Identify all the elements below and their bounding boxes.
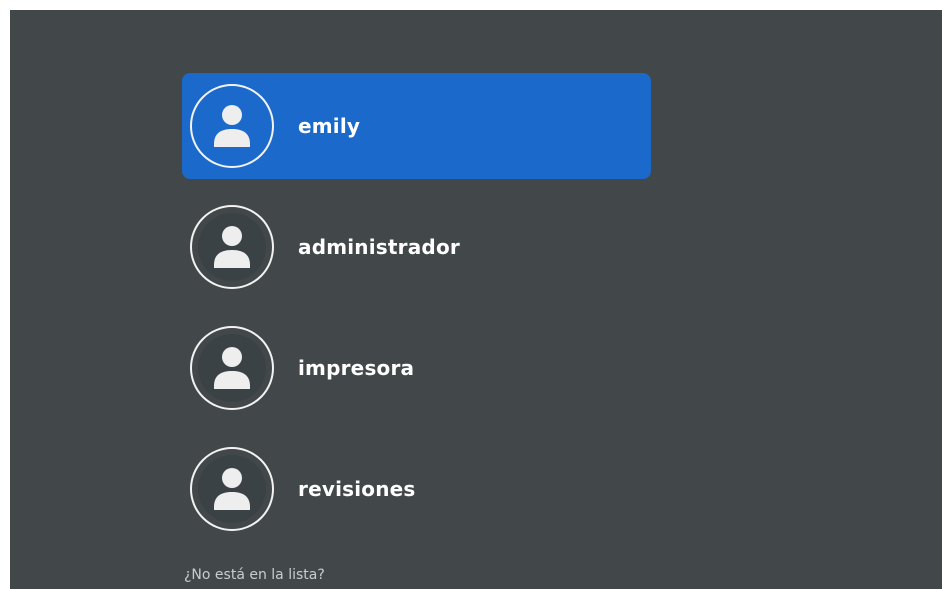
user-avatar-icon bbox=[214, 347, 250, 389]
avatar-background bbox=[198, 334, 266, 402]
user-list: emily administrador impresora revisiones bbox=[182, 73, 651, 557]
avatar bbox=[190, 84, 274, 168]
user-name: emily bbox=[298, 114, 361, 138]
user-item-impresora[interactable]: impresora bbox=[182, 315, 651, 421]
avatar-background bbox=[198, 213, 266, 281]
user-name: administrador bbox=[298, 235, 460, 259]
login-screen: emily administrador impresora revisiones… bbox=[10, 10, 942, 589]
avatar bbox=[190, 326, 274, 410]
user-name: revisiones bbox=[298, 477, 416, 501]
user-item-emily[interactable]: emily bbox=[182, 73, 651, 179]
user-avatar-icon bbox=[214, 468, 250, 510]
avatar-background bbox=[198, 92, 266, 160]
user-avatar-icon bbox=[214, 105, 250, 147]
avatar bbox=[190, 447, 274, 531]
user-name: impresora bbox=[298, 356, 415, 380]
avatar bbox=[190, 205, 274, 289]
user-item-administrador[interactable]: administrador bbox=[182, 194, 651, 300]
avatar-background bbox=[198, 455, 266, 523]
not-listed-link[interactable]: ¿No está en la lista? bbox=[184, 567, 325, 583]
user-avatar-icon bbox=[214, 226, 250, 268]
user-item-revisiones[interactable]: revisiones bbox=[182, 436, 651, 542]
